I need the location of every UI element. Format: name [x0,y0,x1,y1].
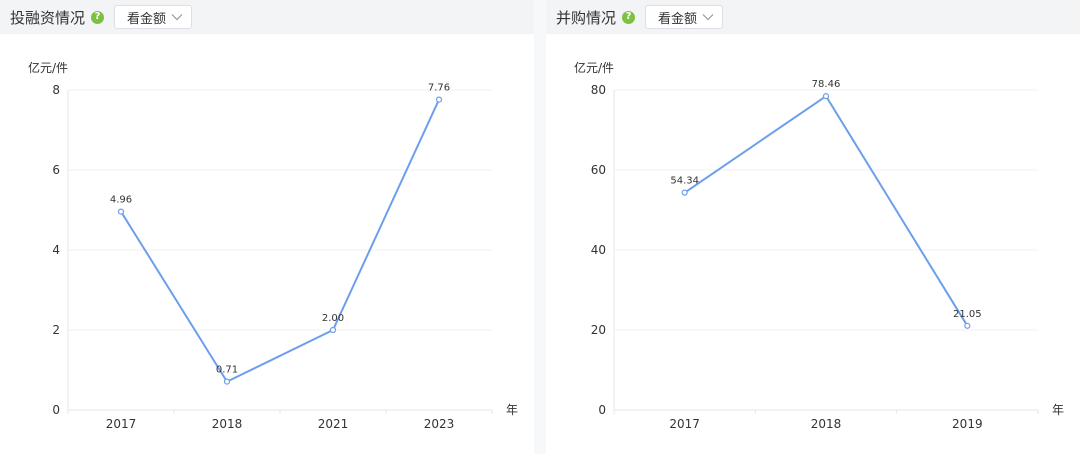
data-point [681,189,688,196]
data-label: 4.96 [110,195,132,206]
investment-line-chart: 0 2 4 6 8 2017 2018 2021 2023 亿元/件年 4.96 0.71 2.00 7.… [28,60,518,431]
y-tick-label: 80 [591,83,606,97]
x-tick-label: 2019 [952,417,983,431]
y-tick-label: 6 [52,163,60,177]
y-tick-label: 8 [52,83,60,97]
help-icon[interactable]: ? [91,10,105,24]
x-axis-label: 年 [506,403,518,417]
y-tick-label: 40 [591,243,606,257]
metric-dropdown[interactable]: 看金额 [645,5,724,29]
x-tick-label: 2017 [669,417,700,431]
series-line [684,95,969,327]
acquisition-panel: 并购情况 ? 看金额 0 20 40 60 80 2017 2018 2019 亿元/件年 54.… [546,0,1080,454]
data-point [964,322,971,329]
y-axis-label: 亿元/件 [574,60,614,75]
x-tick-label: 2017 [106,417,137,431]
data-label: 54.34 [670,176,699,187]
data-point [117,208,125,215]
panel-header: 投融资情况 ? 看金额 [0,0,534,34]
help-icon[interactable]: ? [622,10,636,24]
y-tick-label: 0 [52,403,60,417]
dropdown-value: 看金额 [127,11,167,27]
dropdown-value: 看金额 [658,11,698,27]
panel-title: 投融资情况 [10,8,86,27]
data-point [822,93,830,100]
data-point [329,326,337,334]
metric-dropdown[interactable]: 看金额 [114,5,193,29]
x-axis-label: 年 [1052,403,1064,417]
data-label: 2.00 [322,313,344,324]
data-label: 7.76 [428,83,450,94]
panel-header: 并购情况 ? 看金额 [546,0,1080,34]
y-tick-label: 2 [52,323,60,337]
y-tick-label: 0 [598,403,606,417]
x-tick-label: 2023 [424,417,455,431]
y-axis-label: 亿元/件 [28,60,68,75]
panel-title: 并购情况 [556,8,617,27]
chevron-down-icon [171,14,183,21]
data-label: 21.05 [953,309,982,320]
series-line [120,99,440,383]
x-tick-label: 2018 [212,417,243,431]
data-label: 0.71 [216,365,238,376]
data-label: 78.46 [812,79,841,90]
data-point [435,96,443,103]
acquisition-line-chart: 0 20 40 60 80 2017 2018 2019 亿元/件年 54.34 78.46 21.0… [574,60,1064,431]
y-tick-label: 20 [591,323,606,337]
x-tick-label: 2021 [318,417,349,431]
y-tick-label: 60 [591,163,606,177]
x-tick-label: 2018 [811,417,842,431]
y-tick-label: 4 [52,243,60,257]
data-point [223,378,231,385]
chevron-down-icon [702,14,714,21]
investment-panel: 投融资情况 ? 看金额 0 2 4 6 8 2017 2018 2021 2023 亿元/件年 4.… [0,0,534,454]
